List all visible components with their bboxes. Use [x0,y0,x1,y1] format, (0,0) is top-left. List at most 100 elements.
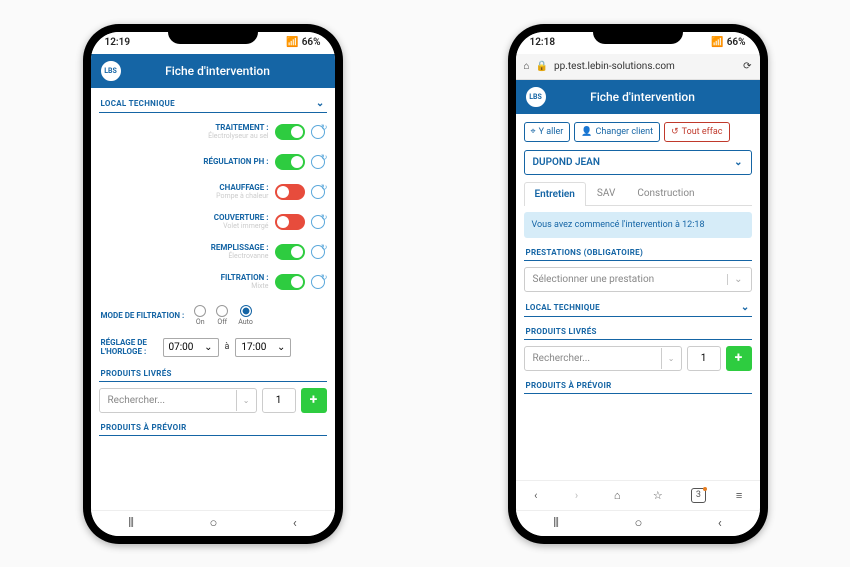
status-bar: 12:18 📶 66% [516,32,760,54]
section-produits-livres[interactable]: PRODUITS LIVRÉS [99,365,327,382]
search-input[interactable]: Rechercher... ⌄ [524,346,682,371]
chevron-down-icon [741,302,750,313]
history-icon[interactable] [311,155,325,169]
time-from-input[interactable]: 07:00 ⌄ [163,338,219,357]
product-search-row: Rechercher... ⌄ 1 + [524,346,752,371]
toggle-traitement: TRAITEMENT : Électrolyseur au sel [101,119,325,145]
lock-icon: 🔒 [536,61,548,72]
tabs-icon[interactable]: 3 [690,487,706,503]
home-icon[interactable]: ○ [209,515,217,531]
radio-off[interactable]: Off [216,305,228,326]
change-client-button[interactable]: 👤 Changer client [574,122,660,142]
info-banner: Vous avez commencé l'intervention à 12:1… [524,212,752,238]
app-header: LBS Fiche d'intervention [91,54,335,88]
recent-apps-icon[interactable]: ⦀ [128,516,134,531]
section-local-technique[interactable]: LOCAL TECHNIQUE [99,94,327,113]
page-title: Fiche d'intervention [556,90,730,104]
section-produits-prevoir[interactable]: PRODUITS À PRÉVOIR [524,377,752,394]
chevron-down-icon: ⌄ [727,274,742,285]
battery-text: 66% [302,37,321,48]
toggle-list: TRAITEMENT : Électrolyseur au sel RÉGULA… [99,119,327,295]
history-icon[interactable] [311,245,325,259]
chevron-down-icon: ⌄ [277,342,285,353]
home-icon[interactable]: ⌂ [524,61,530,72]
content: ⌖ Y aller 👤 Changer client ↺ Tout effac … [516,114,760,480]
section-local-technique[interactable]: LOCAL TECHNIQUE [524,298,752,317]
android-nav-bar: ⦀ ○ ‹ [91,510,335,536]
section-prestations: PRESTATIONS (OBLIGATOIRE) [524,244,752,261]
home-icon[interactable]: ○ [634,515,642,531]
search-input[interactable]: Rechercher... ⌄ [99,388,257,413]
back-icon[interactable]: ‹ [718,516,722,531]
toggle-filtration: FILTRATION : Mixte [101,269,325,295]
status-bar: 12:19 📶 66% [91,32,335,54]
screen-left: 12:19 📶 66% LBS Fiche d'intervention LOC… [91,32,335,536]
add-button[interactable]: + [726,346,752,371]
history-icon[interactable] [311,215,325,229]
clear-all-button[interactable]: ↺ Tout effac [664,122,729,142]
history-icon[interactable] [311,185,325,199]
page-title: Fiche d'intervention [131,64,305,78]
toggle-switch[interactable] [275,274,305,290]
recent-apps-icon[interactable]: ⦀ [553,516,559,531]
status-right: 📶 66% [711,37,745,48]
toggle-switch[interactable] [275,154,305,170]
menu-icon[interactable]: ≡ [731,487,747,503]
android-nav-bar: ⦀ ○ ‹ [516,510,760,536]
signal-icon: 📶 [711,37,723,48]
url-text: pp.test.lebin-solutions.com [554,61,737,72]
reload-icon[interactable]: ⟳ [743,61,751,72]
nav-home-icon[interactable]: ⌂ [609,487,625,503]
history-icon[interactable] [311,125,325,139]
chevron-down-icon: ⌄ [236,390,256,411]
back-icon[interactable]: ‹ [293,516,297,531]
toggle-regulation-ph: RÉGULATION PH : [101,149,325,175]
screen-right: 12:18 📶 66% ⌂ 🔒 pp.test.lebin-solutions.… [516,32,760,536]
history-icon[interactable] [311,275,325,289]
toggle-chauffage: CHAUFFAGE : Pompe à chaleur [101,179,325,205]
status-time: 12:18 [530,37,556,48]
tab-construction[interactable]: Construction [626,181,705,205]
map-icon: ⌖ [531,127,536,137]
prestation-select[interactable]: Sélectionner une prestation ⌄ [524,267,752,292]
chevron-down-icon [316,98,325,109]
time-sep: à [225,342,230,352]
phone-right: 12:18 📶 66% ⌂ 🔒 pp.test.lebin-solutions.… [508,24,768,544]
tab-sav[interactable]: SAV [586,181,626,205]
radio-on[interactable]: On [194,305,206,326]
time-to-input[interactable]: 17:00 ⌄ [235,338,291,357]
radio-auto[interactable]: Auto [238,305,253,326]
quantity-input[interactable]: 1 [262,388,296,413]
phone-left: 12:19 📶 66% LBS Fiche d'intervention LOC… [83,24,343,544]
logo-icon: LBS [526,87,546,107]
add-button[interactable]: + [301,388,327,413]
client-select[interactable]: DUPOND JEAN [524,150,752,175]
nav-back-icon[interactable]: ‹ [528,487,544,503]
toggle-remplissage: REMPLISSAGE : Électrovanne [101,239,325,265]
action-buttons: ⌖ Y aller 👤 Changer client ↺ Tout effac [524,120,752,144]
logo-icon: LBS [101,61,121,81]
product-search-row: Rechercher... ⌄ 1 + [99,388,327,413]
tab-entretien[interactable]: Entretien [524,182,586,206]
browser-address-bar[interactable]: ⌂ 🔒 pp.test.lebin-solutions.com ⟳ [516,54,760,80]
toggle-switch[interactable] [275,184,305,200]
browser-bottom-nav: ‹ › ⌂ ☆ 3 ≡ [516,480,760,510]
section-label: LOCAL TECHNIQUE [101,99,175,108]
quantity-input[interactable]: 1 [687,346,721,371]
toggle-switch[interactable] [275,244,305,260]
chevron-down-icon [734,157,742,168]
nav-forward-icon[interactable]: › [568,487,584,503]
content: LOCAL TECHNIQUE TRAITEMENT : Électrolyse… [91,88,335,510]
battery-text: 66% [727,37,746,48]
toggle-switch[interactable] [275,214,305,230]
section-produits-livres[interactable]: PRODUITS LIVRÉS [524,323,752,340]
app-header: LBS Fiche d'intervention [516,80,760,114]
radio-group: On Off Auto [194,305,253,326]
section-produits-prevoir[interactable]: PRODUITS À PRÉVOIR [99,419,327,436]
tabs: Entretien SAV Construction [524,181,752,206]
status-right: 📶 66% [286,37,320,48]
go-button[interactable]: ⌖ Y aller [524,122,571,142]
toggle-switch[interactable] [275,124,305,140]
bookmark-icon[interactable]: ☆ [650,487,666,503]
chevron-down-icon: ⌄ [661,348,681,369]
